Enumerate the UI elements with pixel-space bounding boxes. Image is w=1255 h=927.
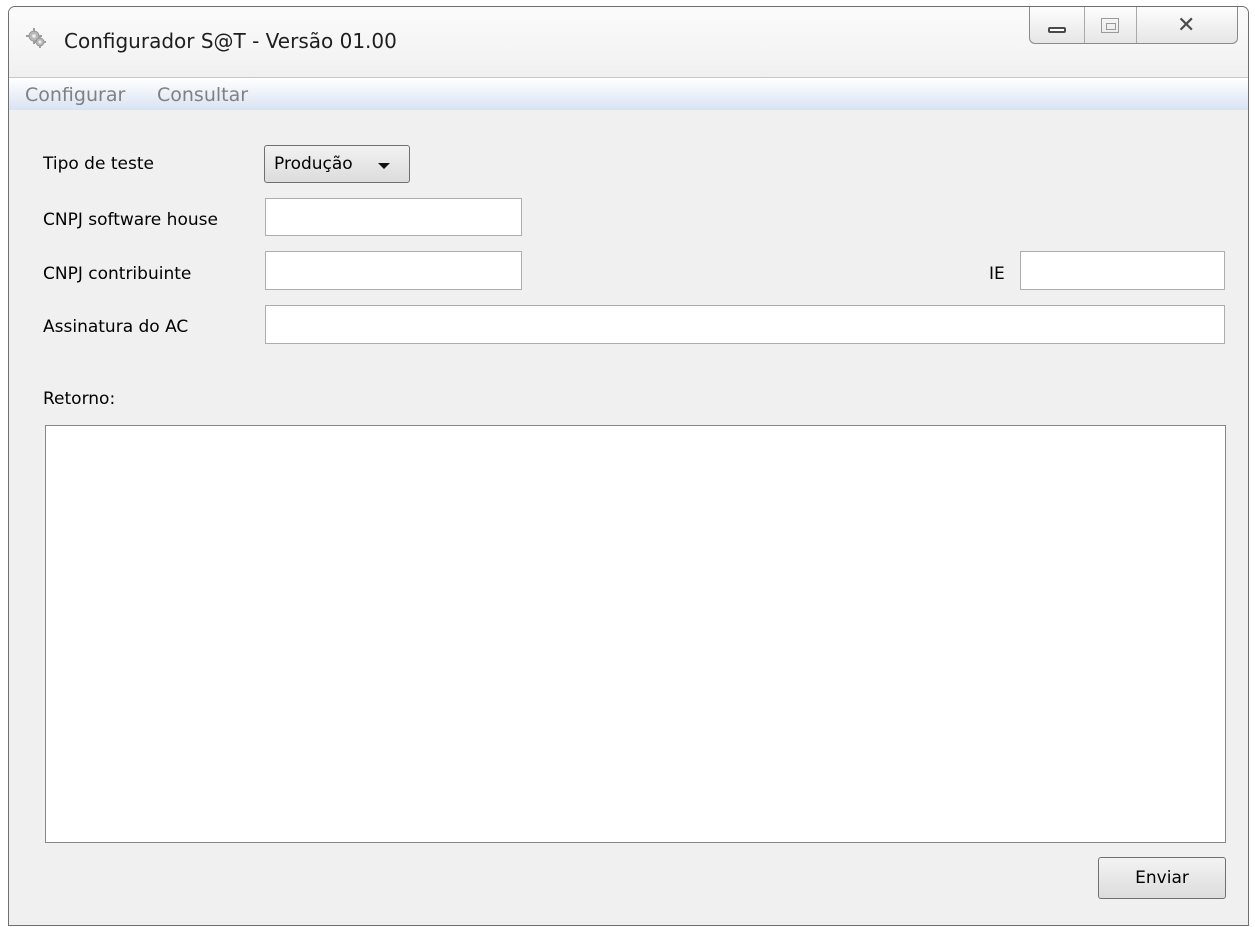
form-panel: Tipo de teste Produção CNPJ software hou… — [9, 110, 1248, 925]
title-bar[interactable]: Configurador S@T - Versão 01.00 ✕ — [9, 7, 1248, 71]
tipo-teste-selected: Produção — [274, 154, 353, 174]
window-controls: ✕ — [1029, 7, 1238, 44]
menu-configurar[interactable]: Configurar — [25, 84, 125, 106]
minimize-button[interactable] — [1030, 7, 1085, 43]
cnpj-contribuinte-input[interactable] — [265, 251, 522, 290]
menu-consultar[interactable]: Consultar — [157, 84, 248, 106]
send-button[interactable]: Enviar — [1098, 857, 1226, 899]
close-button[interactable]: ✕ — [1137, 7, 1237, 43]
retorno-textarea[interactable] — [45, 425, 1226, 843]
tipo-teste-dropdown[interactable]: Produção — [264, 145, 410, 183]
ie-label: IE — [989, 264, 1005, 284]
maximize-icon — [1101, 18, 1119, 33]
retorno-label: Retorno: — [43, 389, 116, 409]
chevron-down-icon — [378, 163, 390, 169]
menu-bar: Configurar Consultar — [9, 77, 1248, 110]
gear-icon — [25, 27, 47, 49]
window-title: Configurador S@T - Versão 01.00 — [64, 29, 397, 53]
ie-input[interactable] — [1020, 251, 1225, 290]
minimize-icon — [1048, 27, 1066, 33]
maximize-button[interactable] — [1085, 7, 1137, 43]
close-icon: ✕ — [1177, 13, 1196, 38]
assinatura-ac-label: Assinatura do AC — [43, 317, 189, 337]
assinatura-ac-input[interactable] — [265, 305, 1225, 344]
cnpj-software-house-input[interactable] — [265, 198, 522, 236]
tipo-teste-label: Tipo de teste — [43, 154, 154, 174]
cnpj-software-house-label: CNPJ software house — [43, 210, 218, 230]
cnpj-contribuinte-label: CNPJ contribuinte — [43, 264, 192, 284]
app-window: Configurador S@T - Versão 01.00 ✕ Config… — [8, 6, 1249, 926]
